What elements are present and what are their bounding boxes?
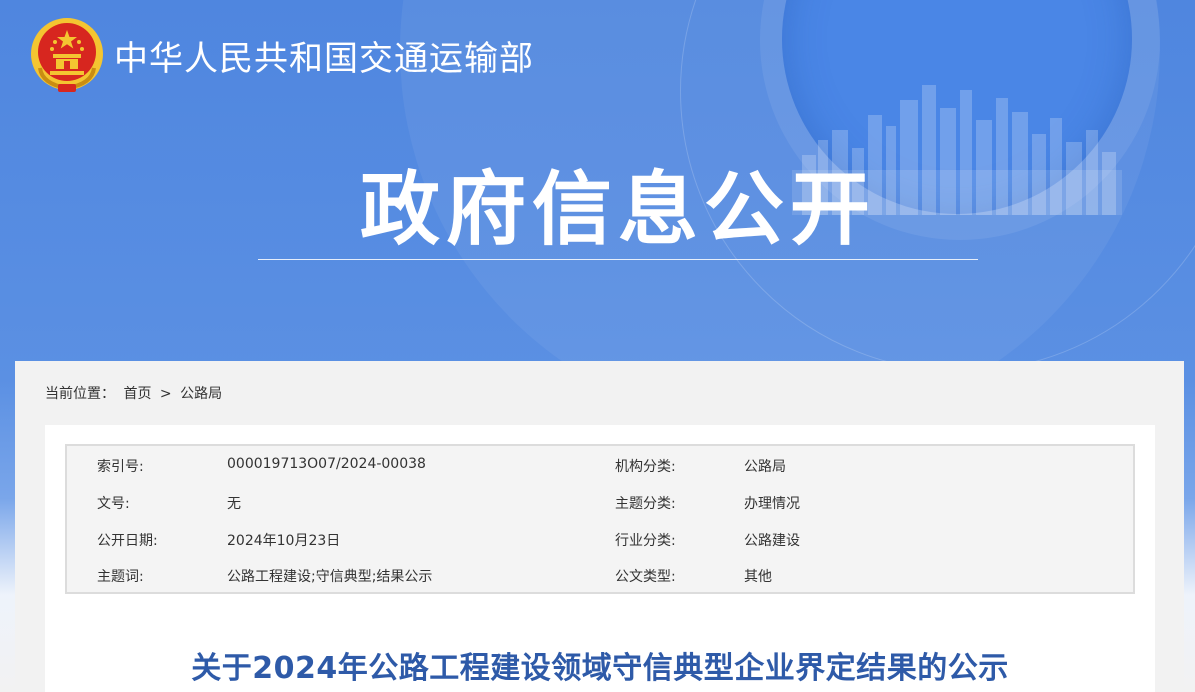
metadata-value: 公路局 [744, 459, 786, 475]
metadata-value: 其他 [744, 569, 772, 585]
hero-underline [258, 259, 978, 260]
metadata-value: 公路工程建设;守信典型;结果公示 [227, 569, 433, 585]
metadata-row: 公开日期: 2024年10月23日 行业分类: 公路建设 [67, 530, 1133, 550]
metadata-label: 公开日期: [97, 533, 158, 549]
page-hero-title: 政府信息公开 [360, 163, 876, 256]
metadata-row: 文号: 无 主题分类: 办理情况 [67, 493, 1133, 513]
document-title: 关于2024年公路工程建设领域守信典型企业界定结果的公示 [191, 651, 1009, 686]
metadata-value: 办理情况 [744, 496, 800, 512]
main-panel: 当前位置： 首页 > 公路局 索引号: 000019713O07/2024-00… [15, 361, 1184, 692]
breadcrumb-label: 当前位置： [45, 386, 115, 402]
metadata-label: 公文类型: [615, 569, 676, 585]
metadata-label: 行业分类: [615, 533, 676, 549]
metadata-label: 文号: [97, 496, 130, 512]
metadata-label: 主题词: [97, 569, 144, 585]
national-emblem-icon [31, 18, 103, 92]
metadata-label: 索引号: [97, 459, 144, 475]
metadata-row: 索引号: 000019713O07/2024-00038 机构分类: 公路局 [67, 456, 1133, 476]
breadcrumb-separator: > [159, 386, 172, 402]
metadata-label: 主题分类: [615, 496, 676, 512]
metadata-value: 公路建设 [744, 533, 800, 549]
document-metadata-table: 索引号: 000019713O07/2024-00038 机构分类: 公路局 文… [65, 444, 1135, 594]
ministry-name: 中华人民共和国交通运输部 [114, 39, 534, 79]
breadcrumb-current-link[interactable]: 公路局 [180, 386, 222, 402]
breadcrumb: 当前位置： 首页 > 公路局 [45, 383, 226, 403]
article-content: 索引号: 000019713O07/2024-00038 机构分类: 公路局 文… [45, 425, 1155, 692]
metadata-label: 机构分类: [615, 459, 676, 475]
metadata-value: 无 [227, 496, 241, 512]
breadcrumb-home-link[interactable]: 首页 [123, 386, 151, 402]
metadata-row: 主题词: 公路工程建设;守信典型;结果公示 公文类型: 其他 [67, 566, 1133, 586]
metadata-value: 000019713O07/2024-00038 [227, 456, 426, 472]
metadata-value: 2024年10月23日 [227, 533, 341, 549]
